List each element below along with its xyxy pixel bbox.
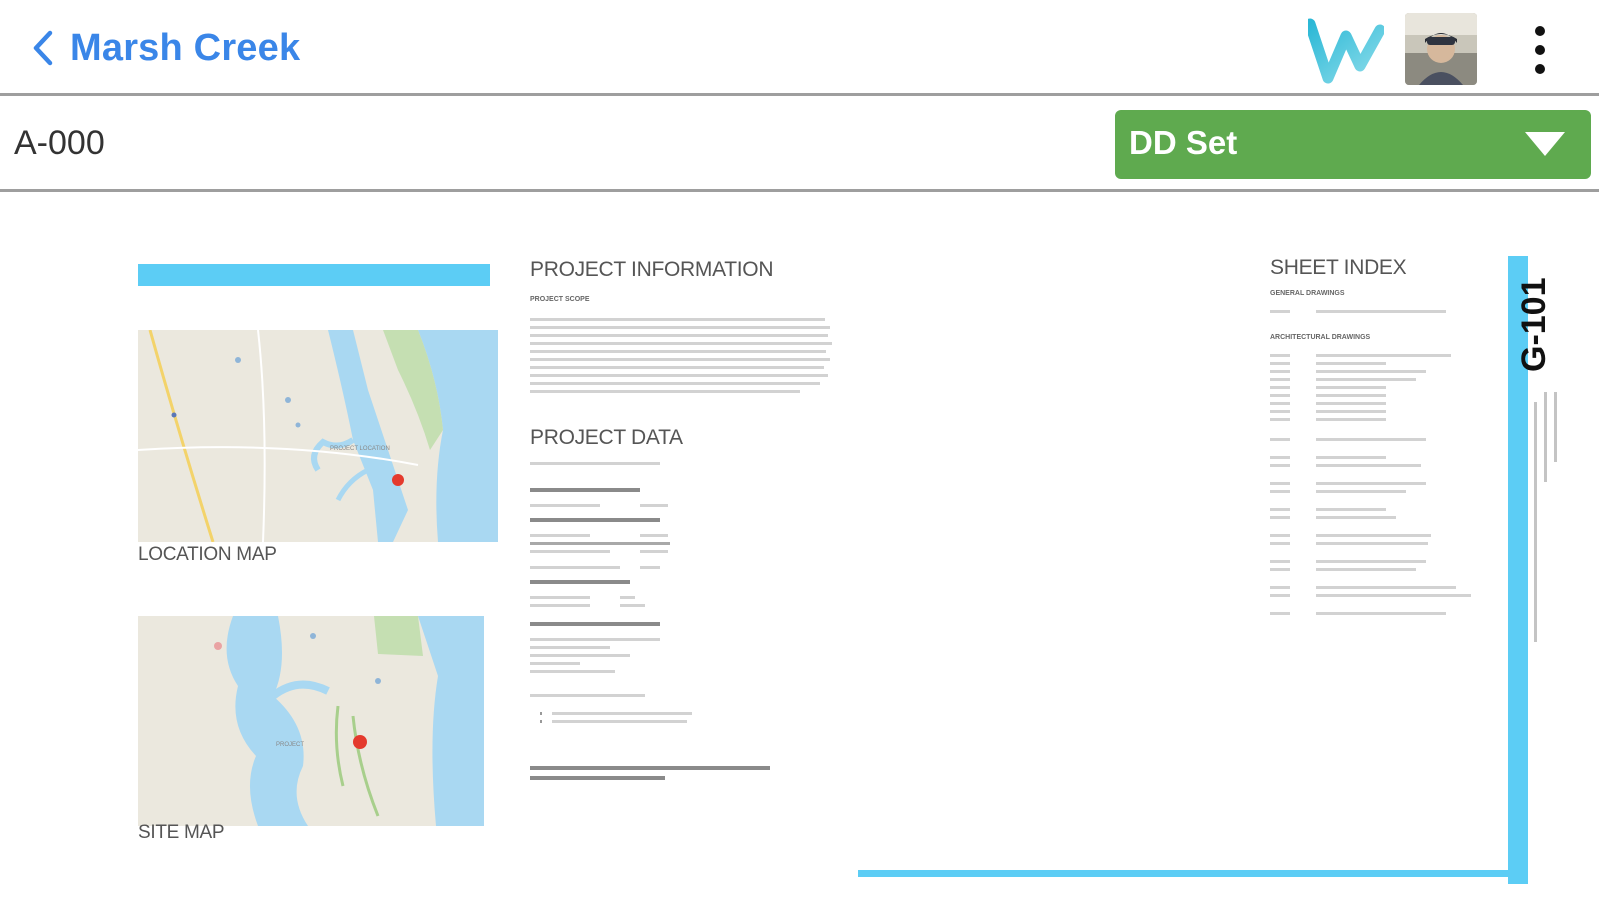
more-vertical-icon[interactable] bbox=[1528, 26, 1552, 74]
project-scope-label: PROJECT SCOPE bbox=[530, 296, 590, 303]
project-information-heading: PROJECT INFORMATION bbox=[530, 258, 774, 281]
drawing-sheet[interactable]: PROJECT LOCATION LOCATION MAP PROJECT SI… bbox=[0, 192, 1599, 900]
avatar-photo bbox=[1405, 13, 1477, 85]
site-map-image: PROJECT bbox=[138, 616, 484, 826]
kebab-dot bbox=[1535, 45, 1545, 55]
title-accent-bar bbox=[138, 264, 490, 286]
set-dropdown-value: DD Set bbox=[1129, 124, 1238, 161]
site-marker-label: PROJECT bbox=[276, 742, 305, 748]
back-label: Marsh Creek bbox=[70, 26, 301, 69]
app-header: Marsh Creek bbox=[0, 0, 1599, 96]
set-dropdown[interactable]: DD Set bbox=[1115, 110, 1591, 179]
back-button[interactable]: Marsh Creek bbox=[30, 22, 300, 74]
sheet-index-heading: SHEET INDEX bbox=[1270, 256, 1407, 279]
location-marker-label: PROJECT LOCATION bbox=[330, 446, 390, 452]
user-avatar[interactable] bbox=[1405, 13, 1477, 85]
kebab-dot bbox=[1535, 64, 1545, 74]
w-logo-icon bbox=[1308, 18, 1384, 84]
sheet-number-label: G-101 bbox=[1515, 277, 1553, 373]
caret-down-icon bbox=[1525, 132, 1565, 156]
chevron-left-icon bbox=[33, 30, 53, 66]
site-map-label: SITE MAP bbox=[138, 822, 225, 843]
kebab-dot bbox=[1535, 26, 1545, 36]
sheet-toolbar: A-000 DD Set bbox=[0, 96, 1599, 192]
sheet-id-label: A-000 bbox=[14, 124, 105, 162]
sheet-bottom-border bbox=[858, 870, 1508, 877]
location-map-label: LOCATION MAP bbox=[138, 544, 277, 565]
architectural-drawings-label: ARCHITECTURAL DRAWINGS bbox=[1270, 334, 1371, 341]
project-data-heading: PROJECT DATA bbox=[530, 426, 683, 449]
location-map-image: PROJECT LOCATION bbox=[138, 330, 498, 542]
general-drawings-label: GENERAL DRAWINGS bbox=[1270, 290, 1345, 297]
